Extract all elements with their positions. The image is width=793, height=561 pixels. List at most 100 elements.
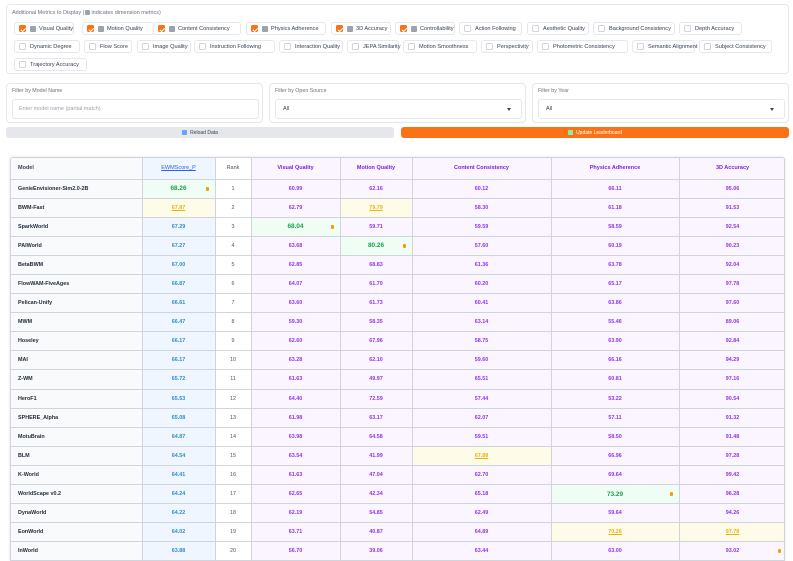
column-header-motion-quality[interactable]: Motion Quality bbox=[340, 158, 413, 180]
column-header-model[interactable]: Model bbox=[11, 158, 143, 180]
metrics-title-prefix: Additional Metrics to Display ( bbox=[12, 10, 85, 16]
checkbox[interactable] bbox=[684, 25, 691, 32]
model-name-cell: EonWorld bbox=[11, 522, 143, 543]
metric-option-subject-consistency[interactable]: Subject Consistency bbox=[699, 40, 772, 53]
rank-cell: 18 bbox=[215, 503, 252, 524]
update-leaderboard-button[interactable]: Update Leaderboard bbox=[401, 127, 789, 138]
metric-option-depth-accuracy[interactable]: Depth Accuracy bbox=[679, 22, 742, 35]
rank-cell: 3 bbox=[215, 217, 252, 237]
checkbox[interactable] bbox=[598, 25, 605, 32]
metric-option-label: Controllability bbox=[420, 25, 454, 32]
metric-option-content-consistency[interactable]: Content Consistency bbox=[153, 22, 241, 35]
motion-quality-cell: 42.34 bbox=[340, 484, 413, 505]
reload-data-button[interactable]: Reload Data bbox=[6, 127, 394, 138]
rank-cell: 11 bbox=[215, 369, 252, 390]
checkbox[interactable] bbox=[486, 43, 493, 50]
checkbox[interactable] bbox=[542, 43, 549, 50]
content-consistency-cell: 59.59 bbox=[412, 217, 552, 237]
column-header-rank[interactable]: Rank bbox=[215, 158, 252, 180]
checkbox[interactable] bbox=[89, 43, 96, 50]
checkbox[interactable] bbox=[408, 43, 415, 50]
column-header-physics-adherence[interactable]: Physics Adherence bbox=[551, 158, 680, 180]
checkbox[interactable] bbox=[199, 43, 206, 50]
checkbox[interactable] bbox=[284, 43, 291, 50]
metric-option-flow-score[interactable]: Flow Score bbox=[84, 40, 132, 53]
checkbox[interactable] bbox=[19, 61, 26, 68]
visual-quality-cell: 62.60 bbox=[251, 331, 341, 352]
year-filter: Filter by Year All bbox=[532, 83, 789, 123]
metric-option-interaction-quality[interactable]: Interaction Quality bbox=[279, 40, 343, 53]
model-name-cell: BetaBWM bbox=[11, 255, 143, 275]
metric-option-motion-smoothness[interactable]: Motion Smoothness bbox=[403, 40, 477, 53]
checkbox[interactable] bbox=[464, 25, 471, 32]
medal-icon bbox=[669, 492, 673, 496]
metric-option-trajectory-accuracy[interactable]: Trajectory Accuracy bbox=[14, 58, 87, 71]
checkbox[interactable] bbox=[158, 25, 165, 32]
physics-adherence-cell: 70.26 bbox=[551, 522, 680, 543]
metric-option-photometric-consistency[interactable]: Photometric Consistency bbox=[537, 40, 628, 53]
checkbox[interactable] bbox=[251, 25, 258, 32]
dimension-icon bbox=[262, 25, 268, 32]
physics-adherence-cell: 63.90 bbox=[551, 331, 680, 352]
motion-quality-cell: 63.17 bbox=[340, 408, 413, 428]
table-row: GenieEnvisioner-Sim2.0-2B 68.26 1 60.99 62.1… bbox=[11, 179, 784, 199]
medal-icon bbox=[205, 186, 209, 191]
checkbox[interactable] bbox=[352, 43, 359, 50]
visual-quality-cell: 59.30 bbox=[251, 312, 341, 333]
3d-accuracy-cell: 91.53 bbox=[679, 198, 784, 218]
metric-option-3d-accuracy[interactable]: 3D Accuracy bbox=[331, 22, 391, 35]
column-header-3d-accuracy[interactable]: 3D Accuracy bbox=[679, 158, 784, 180]
checkbox[interactable] bbox=[637, 43, 644, 50]
visual-quality-cell: 62.65 bbox=[251, 484, 341, 505]
metric-option-perspectivity[interactable]: Perspectivity bbox=[481, 40, 533, 53]
metrics-title-suffix: indicates dimension metrics) bbox=[91, 10, 161, 16]
table-row: HeroF165.531264.4072.5957.4453.2290.5459… bbox=[11, 389, 784, 409]
metric-option-jepa-similarity[interactable]: JEPA Similarity bbox=[347, 40, 401, 53]
cell-value: 73.29 bbox=[607, 490, 623, 498]
visual-quality-cell: 62.79 bbox=[251, 198, 341, 218]
open-source-filter: Filter by Open Source All bbox=[269, 83, 526, 123]
column-header-content-consistency[interactable]: Content Consistency bbox=[412, 158, 552, 180]
year-select[interactable]: All bbox=[538, 99, 785, 119]
column-header-visual-quality[interactable]: Visual Quality bbox=[251, 158, 341, 180]
metric-option-visual-quality[interactable]: Visual Quality bbox=[14, 22, 74, 35]
checkbox[interactable] bbox=[19, 25, 26, 32]
dimension-icon bbox=[169, 25, 175, 32]
cell-value: 68.26 bbox=[170, 185, 187, 193]
metric-option-controllability[interactable]: Controllability bbox=[395, 22, 455, 35]
metric-option-label: Background Consistency bbox=[609, 25, 671, 32]
metrics-panel: Additional Metrics to Display ( indicates… bbox=[6, 4, 789, 74]
checkbox[interactable] bbox=[142, 43, 149, 50]
metric-option-label: Subject Consistency bbox=[715, 43, 766, 50]
visual-quality-cell: 62.19 bbox=[251, 503, 341, 524]
model-name-input[interactable] bbox=[12, 99, 259, 119]
metric-option-physics-adherence[interactable]: Physics Adherence bbox=[246, 22, 326, 35]
metric-option-motion-quality[interactable]: Motion Quality bbox=[82, 22, 154, 35]
visual-quality-cell: 61.63 bbox=[251, 465, 341, 486]
dimension-icon bbox=[30, 25, 36, 32]
table-row: Z-WM65.721161.6349.9765.5160.8197.1662.1… bbox=[11, 369, 784, 390]
checkbox[interactable] bbox=[400, 25, 407, 32]
ewmscore-cell: 66.17 bbox=[142, 350, 216, 371]
checkbox[interactable] bbox=[704, 43, 711, 50]
checkbox[interactable] bbox=[336, 25, 343, 32]
checkbox[interactable] bbox=[532, 25, 539, 32]
metric-option-semantic-alignment[interactable]: Semantic Alignment bbox=[632, 40, 697, 53]
metric-option-background-consistency[interactable]: Background Consistency bbox=[593, 22, 675, 35]
metric-option-dynamic-degree[interactable]: Dynamic Degree bbox=[14, 40, 80, 53]
metric-option-image-quality[interactable]: Image Quality bbox=[137, 40, 191, 53]
content-consistency-cell: 59.51 bbox=[412, 427, 552, 447]
checkbox[interactable] bbox=[87, 25, 94, 32]
metric-option-action-following[interactable]: Action Following bbox=[459, 22, 522, 35]
ewmscore-cell: 67.00 bbox=[142, 255, 216, 275]
motion-quality-cell: 58.35 bbox=[340, 312, 413, 333]
column-header-ewmscore[interactable]: EWMScore_P bbox=[142, 158, 216, 180]
metric-option-instruction-following[interactable]: Instruction Following bbox=[194, 40, 275, 53]
3d-accuracy-cell: 92.54 bbox=[679, 217, 784, 237]
checkbox[interactable] bbox=[19, 43, 26, 50]
content-consistency-cell: 64.89 bbox=[412, 522, 552, 543]
metrics-title: Additional Metrics to Display ( indicates… bbox=[12, 10, 161, 16]
model-name-cell: Hoseley bbox=[11, 331, 143, 352]
open-source-select[interactable]: All bbox=[275, 99, 522, 119]
metric-option-aesthetic-quality[interactable]: Aesthetic Quality bbox=[527, 22, 589, 35]
